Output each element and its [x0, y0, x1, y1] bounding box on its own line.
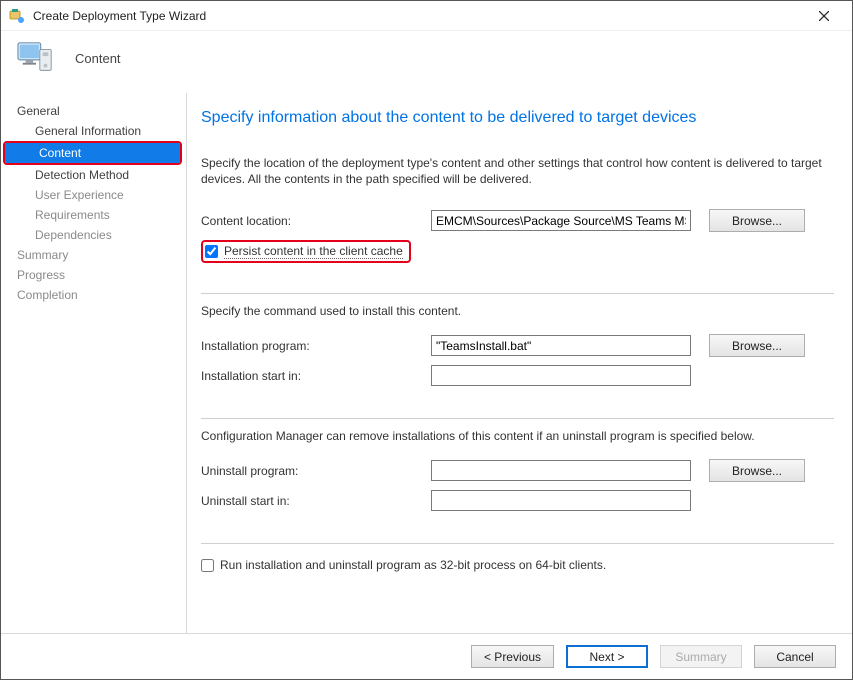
- sidebar-item-progress[interactable]: Progress: [1, 265, 186, 285]
- previous-button[interactable]: < Previous: [471, 645, 554, 668]
- uninstall-program-row: Uninstall program: Browse...: [201, 459, 834, 482]
- browse-uninstall-button[interactable]: Browse...: [709, 459, 805, 482]
- run32-label: Run installation and uninstall program a…: [220, 558, 606, 572]
- divider-1: [201, 293, 834, 294]
- sidebar-item-detection-method[interactable]: Detection Method: [1, 165, 186, 185]
- uninstall-startin-label: Uninstall start in:: [201, 494, 431, 508]
- install-startin-input[interactable]: [431, 365, 691, 386]
- persist-row: Persist content in the client cache: [201, 240, 834, 263]
- run32-row: Run installation and uninstall program a…: [201, 558, 834, 572]
- install-program-row: Installation program: Browse...: [201, 334, 834, 357]
- content-location-row: Content location: Browse...: [201, 209, 834, 232]
- install-program-input[interactable]: [431, 335, 691, 356]
- sidebar-item-general[interactable]: General: [1, 101, 186, 121]
- content-panel: Specify information about the content to…: [186, 93, 852, 633]
- header-strip: Content: [1, 31, 852, 93]
- sidebar-item-requirements[interactable]: Requirements: [1, 205, 186, 225]
- uninstall-startin-row: Uninstall start in:: [201, 490, 834, 511]
- persist-checkbox[interactable]: [205, 245, 218, 258]
- divider-3: [201, 543, 834, 544]
- footer: < Previous Next > Summary Cancel: [1, 633, 852, 679]
- install-startin-label: Installation start in:: [201, 369, 431, 383]
- sidebar-item-general-information[interactable]: General Information: [1, 121, 186, 141]
- content-location-label: Content location:: [201, 214, 431, 228]
- divider-2: [201, 418, 834, 419]
- cancel-button[interactable]: Cancel: [754, 645, 836, 668]
- page-label: Content: [75, 51, 121, 66]
- persist-label: Persist content in the client cache: [224, 244, 403, 259]
- install-startin-row: Installation start in:: [201, 365, 834, 386]
- sidebar-item-completion[interactable]: Completion: [1, 285, 186, 305]
- uninstall-program-label: Uninstall program:: [201, 464, 431, 478]
- sidebar-active-highlight: Content: [3, 141, 182, 165]
- uninstall-program-input[interactable]: [431, 460, 691, 481]
- install-program-label: Installation program:: [201, 339, 431, 353]
- browse-content-button[interactable]: Browse...: [709, 209, 805, 232]
- sidebar-item-user-experience[interactable]: User Experience: [1, 185, 186, 205]
- browse-install-button[interactable]: Browse...: [709, 334, 805, 357]
- content-location-input[interactable]: [431, 210, 691, 231]
- sidebar-item-dependencies[interactable]: Dependencies: [1, 225, 186, 245]
- summary-button: Summary: [660, 645, 742, 668]
- intro-text: Specify the location of the deployment t…: [201, 155, 834, 187]
- sidebar-item-content[interactable]: Content: [5, 143, 180, 163]
- uninstall-startin-input[interactable]: [431, 490, 691, 511]
- computer-icon: [17, 41, 55, 75]
- persist-highlight: Persist content in the client cache: [201, 240, 411, 263]
- run32-checkbox[interactable]: [201, 559, 214, 572]
- wizard-body: General General Information Content Dete…: [1, 93, 852, 633]
- install-section-text: Specify the command used to install this…: [201, 304, 834, 318]
- close-button[interactable]: [804, 2, 844, 30]
- window-title: Create Deployment Type Wizard: [33, 9, 804, 23]
- uninstall-section-text: Configuration Manager can remove install…: [201, 429, 834, 443]
- app-icon: [9, 8, 25, 24]
- titlebar: Create Deployment Type Wizard: [1, 1, 852, 31]
- wizard-window: Create Deployment Type Wizard Content Ge…: [0, 0, 853, 680]
- sidebar-item-summary[interactable]: Summary: [1, 245, 186, 265]
- sidebar: General General Information Content Dete…: [1, 93, 186, 633]
- page-heading: Specify information about the content to…: [201, 109, 834, 127]
- next-button[interactable]: Next >: [566, 645, 648, 668]
